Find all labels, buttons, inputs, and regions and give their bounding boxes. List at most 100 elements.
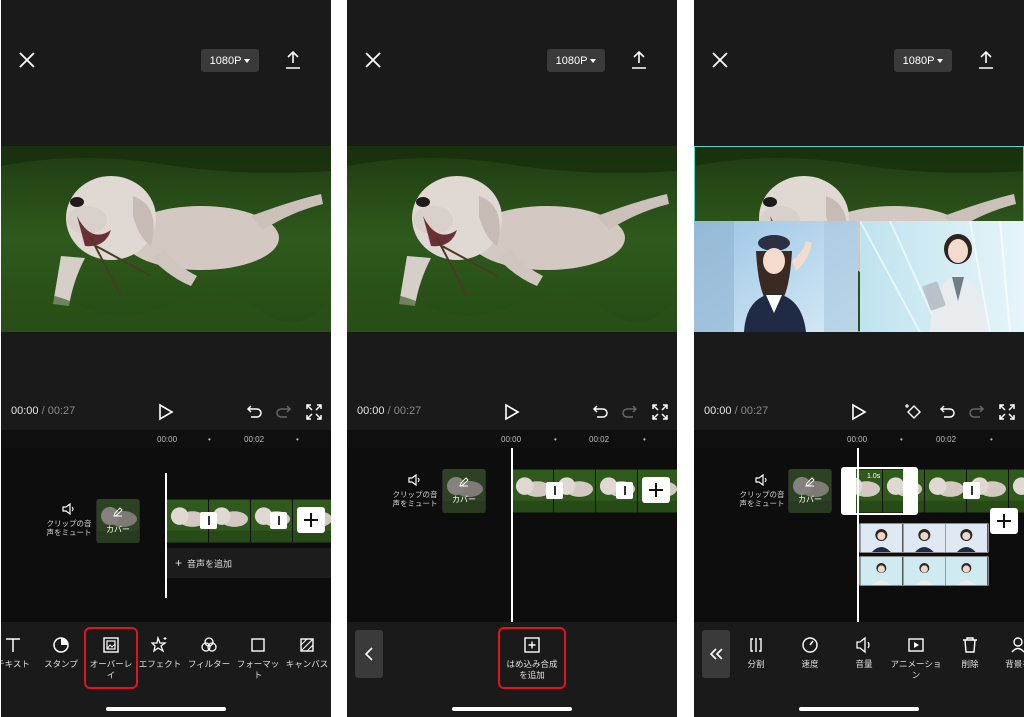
tool-speed[interactable]: 速度 (782, 636, 838, 670)
video-preview[interactable] (694, 146, 1024, 332)
play-icon[interactable] (851, 403, 867, 421)
tool-animation[interactable]: アニメーショ ン (888, 636, 944, 682)
time-display: 00:00 / 00:27 (11, 405, 76, 417)
cover-button[interactable]: カバー (788, 469, 832, 513)
mute-label-line2: 声をミュート (46, 528, 92, 538)
cover-label: カバー (106, 525, 130, 534)
transition-button[interactable] (200, 512, 217, 529)
transition-button[interactable] (546, 482, 563, 499)
video-preview[interactable] (347, 146, 677, 332)
mute-label-line1: クリップの音 (46, 519, 92, 528)
overlay-track-2[interactable] (859, 556, 989, 586)
tool-label: アニメーショ (890, 659, 942, 669)
keyframe-icon[interactable] (904, 403, 924, 421)
tool-sticker[interactable]: スタンプ (33, 636, 89, 670)
resolution-button[interactable]: 1080P (201, 49, 259, 72)
back-button[interactable] (355, 630, 383, 678)
tool-format[interactable]: フォーマッ ト (230, 636, 286, 682)
total-time: 00:27 (740, 405, 769, 417)
trash-icon (963, 637, 977, 653)
redo-icon[interactable] (621, 403, 639, 421)
tool-label: スタンプ (44, 659, 78, 669)
mute-label-line2: 声をミュート (739, 499, 785, 509)
play-icon[interactable] (158, 403, 174, 421)
redo-icon[interactable] (275, 403, 293, 421)
playback-controls: 00:00 / 00:27 (694, 400, 1024, 424)
filter-icon (201, 637, 217, 652)
pip-woman-2[interactable] (860, 221, 1024, 332)
undo-icon[interactable] (938, 403, 956, 421)
tool-split[interactable]: 分割 (728, 636, 784, 670)
playback-controls: 00:00 / 00:27 (1, 400, 331, 424)
tool-label: フォーマッ (236, 659, 280, 669)
sticker-icon (53, 637, 69, 653)
tool-canvas[interactable]: キャンバス (279, 636, 331, 670)
undo-icon[interactable] (245, 403, 263, 421)
playhead[interactable] (165, 473, 167, 598)
overlay-track-1[interactable] (859, 523, 989, 553)
time-display: 00:00 / 00:27 (357, 405, 422, 417)
playhead[interactable] (857, 448, 859, 622)
export-icon[interactable] (284, 50, 302, 70)
pip-woman-1[interactable] (694, 221, 858, 332)
mute-clip-audio-button[interactable]: クリップの音 声をミュート (34, 503, 104, 538)
highlight-add-pip (498, 627, 566, 689)
close-icon[interactable] (363, 50, 383, 70)
tool-effect[interactable]: エフェクト (132, 636, 188, 670)
overlay-thumbnail (945, 557, 988, 585)
fullscreen-icon[interactable] (305, 403, 323, 421)
close-icon[interactable] (17, 50, 37, 70)
selected-clip[interactable]: 1.0s (841, 467, 918, 515)
export-icon[interactable] (977, 50, 995, 70)
ruler-dot: • (208, 435, 211, 444)
transition-button[interactable] (616, 482, 633, 499)
tool-background[interactable]: 背景を (990, 636, 1024, 670)
add-clip-button[interactable] (990, 508, 1018, 534)
fullscreen-icon[interactable] (998, 403, 1016, 421)
ruler-dot: • (643, 435, 646, 444)
playhead[interactable] (511, 448, 513, 622)
play-icon[interactable] (504, 403, 520, 421)
add-clip-button[interactable] (642, 477, 670, 503)
trim-handle-right[interactable] (903, 469, 916, 513)
ruler-label: 00:00 (501, 435, 522, 444)
home-indicator (452, 707, 572, 711)
export-icon[interactable] (630, 50, 648, 70)
tool-volume[interactable]: 音量 (836, 636, 892, 670)
pencil-icon (113, 507, 123, 517)
resolution-button[interactable]: 1080P (547, 49, 605, 72)
add-clip-button[interactable] (297, 507, 325, 533)
speaker-icon (62, 503, 74, 515)
add-audio-button[interactable]: + 音声を追加 (167, 548, 331, 578)
clip-thumbnail (925, 469, 967, 513)
mute-clip-audio-button[interactable]: クリップの音 声をミュート (380, 474, 450, 509)
mute-clip-audio-button[interactable]: クリップの音 声をミュート (727, 474, 797, 509)
video-preview[interactable] (1, 146, 331, 332)
cover-button[interactable]: カバー (442, 469, 486, 513)
bottom-toolbar: テキスト スタンプ オーバーレ イ エフェクト フィルター フォーマッ ト キャ… (1, 622, 331, 717)
tool-label: エフェクト (138, 659, 182, 669)
mute-label-line1: クリップの音 (392, 490, 438, 499)
screen-add-pip: 1080P 00:00 / 00:27 00:00 • 00:02 • クリップ… (347, 0, 677, 717)
chevron-left-icon (364, 647, 373, 661)
trim-handle-left[interactable] (843, 469, 856, 513)
overlay-thumbnail (860, 557, 903, 585)
undo-icon[interactable] (591, 403, 609, 421)
redo-icon[interactable] (968, 403, 986, 421)
fullscreen-icon[interactable] (651, 403, 669, 421)
transition-button[interactable] (963, 482, 980, 499)
effect-icon (151, 636, 167, 653)
overlay-thumbnail (860, 524, 903, 552)
tool-label: フィルター (187, 659, 231, 669)
canvas-icon (300, 638, 314, 652)
ruler-label: 00:02 (936, 435, 957, 444)
collapse-button[interactable] (702, 630, 730, 678)
cover-button[interactable]: カバー (96, 499, 140, 543)
transition-button[interactable] (270, 512, 287, 529)
overlay-thumbnail (903, 524, 946, 552)
tool-filter[interactable]: フィルター (181, 636, 237, 670)
tool-label: 音量 (855, 659, 873, 669)
close-icon[interactable] (710, 50, 730, 70)
cover-label: カバー (452, 495, 476, 504)
resolution-button[interactable]: 1080P (894, 49, 952, 72)
